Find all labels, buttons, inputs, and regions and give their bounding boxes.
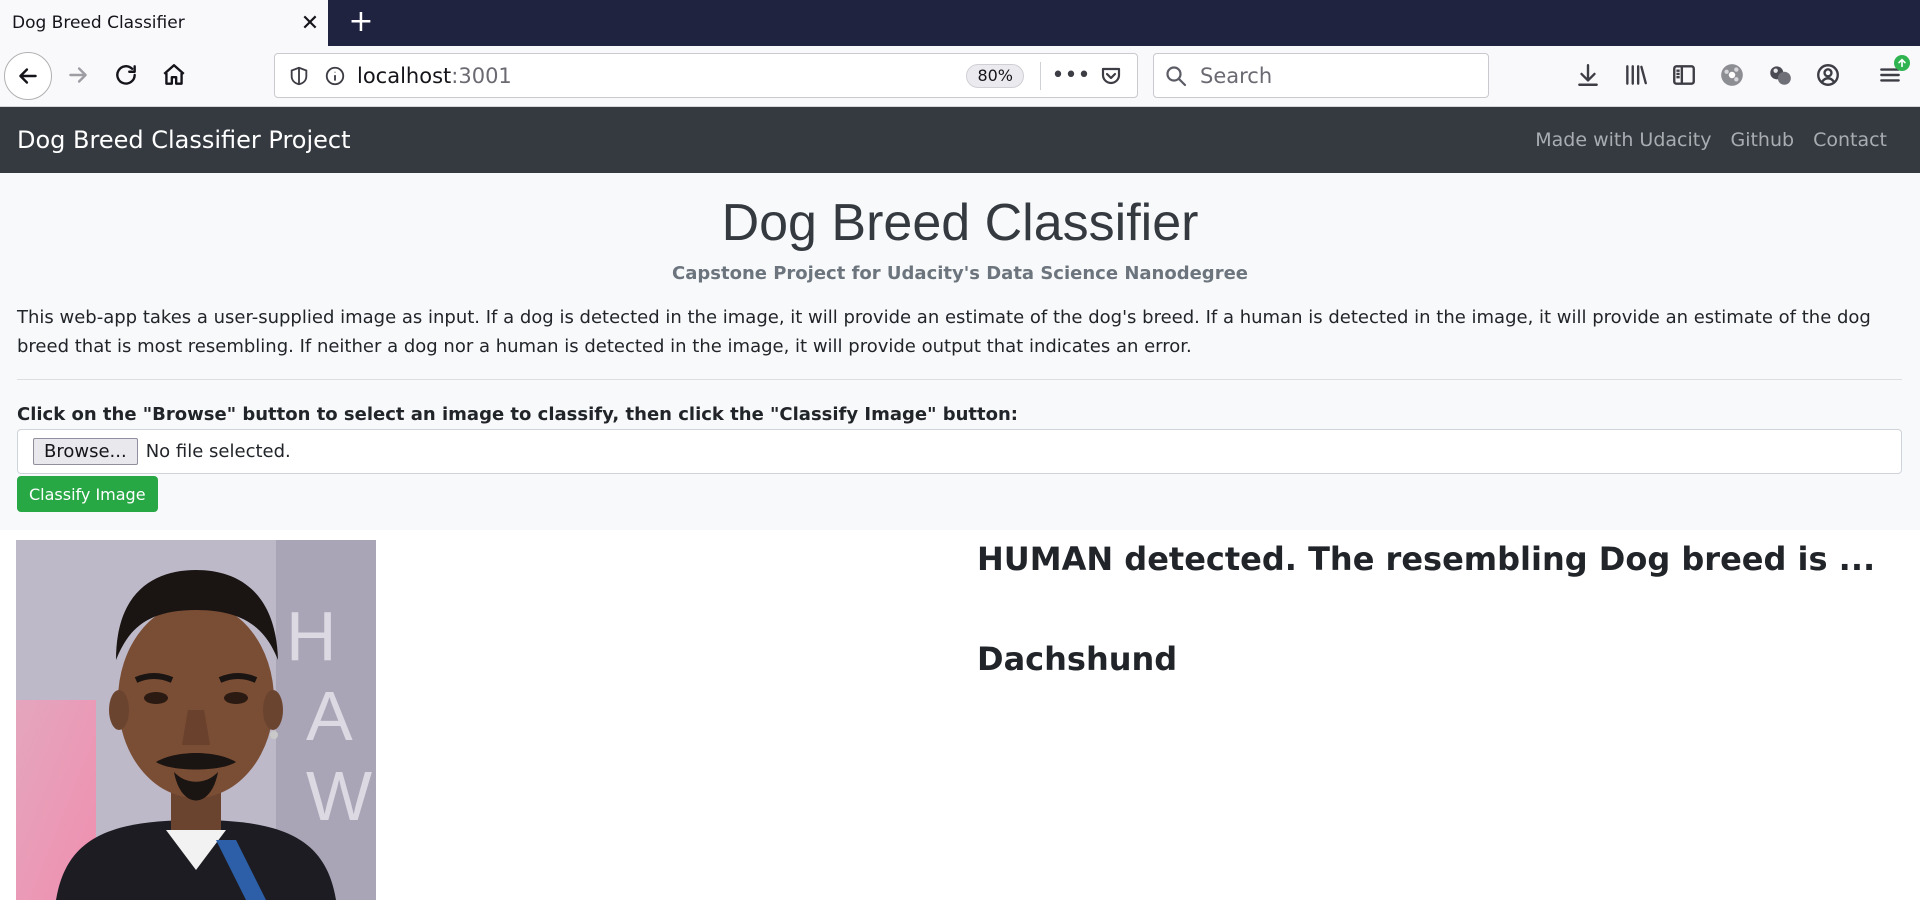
tab-title: Dog Breed Classifier xyxy=(12,13,185,33)
classify-image-button[interactable]: Classify Image xyxy=(17,476,158,512)
navbar-brand[interactable]: Dog Breed Classifier Project xyxy=(17,126,351,154)
page-subtitle: Capstone Project for Udacity's Data Scie… xyxy=(672,263,1248,284)
nav-link-udacity[interactable]: Made with Udacity xyxy=(1535,129,1711,151)
app-navbar: Dog Breed Classifier Project Made with U… xyxy=(0,107,1920,173)
page-title: Dog Breed Classifier xyxy=(721,194,1199,252)
download-icon[interactable] xyxy=(1566,53,1610,97)
close-icon[interactable]: ✕ xyxy=(292,0,328,46)
result-heading: HUMAN detected. The resembling Dog breed… xyxy=(977,540,1876,578)
more-icon[interactable]: ••• xyxy=(1051,54,1091,97)
library-icon[interactable] xyxy=(1614,53,1658,97)
new-tab-icon[interactable]: + xyxy=(346,0,376,42)
tab-active[interactable]: Dog Breed Classifier ✕ xyxy=(0,0,328,46)
svg-text:H: H xyxy=(286,597,337,675)
file-input[interactable]: Browse... No file selected. xyxy=(17,429,1902,474)
forward-icon[interactable] xyxy=(56,53,100,97)
reload-icon[interactable] xyxy=(104,53,148,97)
sidebar-icon[interactable] xyxy=(1662,53,1706,97)
menu-icon[interactable] xyxy=(1868,53,1912,97)
pocket-icon[interactable] xyxy=(1091,54,1131,97)
tab-strip: Dog Breed Classifier ✕ + xyxy=(0,0,1920,46)
shield-icon[interactable] xyxy=(281,54,317,97)
zoom-badge[interactable]: 80% xyxy=(966,63,1024,88)
home-icon[interactable] xyxy=(152,53,196,97)
divider xyxy=(17,379,1902,380)
extension-icon[interactable] xyxy=(1758,53,1802,97)
jumbotron: Dog Breed Classifier Capstone Project fo… xyxy=(0,173,1920,530)
nav-link-github[interactable]: Github xyxy=(1730,129,1794,151)
browse-button[interactable]: Browse... xyxy=(33,438,138,465)
extension-icon[interactable] xyxy=(1710,53,1754,97)
upload-instruction: Click on the "Browse" button to select a… xyxy=(17,404,1018,425)
browser-toolbar: localhost:3001 80% ••• xyxy=(0,46,1920,107)
uploaded-photo: H A W xyxy=(16,540,376,900)
search-bar[interactable] xyxy=(1153,53,1489,98)
url-separator xyxy=(1040,61,1041,90)
search-icon xyxy=(1166,65,1187,86)
svg-text:A: A xyxy=(306,677,353,755)
url-text[interactable]: localhost:3001 xyxy=(357,64,966,88)
result-breed: Dachshund xyxy=(977,640,1178,678)
navbar-links: Made with Udacity Github Contact xyxy=(1516,129,1887,151)
update-icon xyxy=(1894,55,1910,71)
file-status: No file selected. xyxy=(145,441,291,462)
search-input[interactable] xyxy=(1200,63,1480,88)
account-icon[interactable] xyxy=(1806,53,1850,97)
url-bar[interactable]: localhost:3001 80% ••• xyxy=(274,53,1138,98)
info-icon[interactable] xyxy=(317,54,353,97)
svg-text:W: W xyxy=(306,757,372,835)
nav-link-contact[interactable]: Contact xyxy=(1813,129,1887,151)
page-description: This web-app takes a user-supplied image… xyxy=(17,307,1871,357)
back-icon[interactable] xyxy=(4,52,52,100)
